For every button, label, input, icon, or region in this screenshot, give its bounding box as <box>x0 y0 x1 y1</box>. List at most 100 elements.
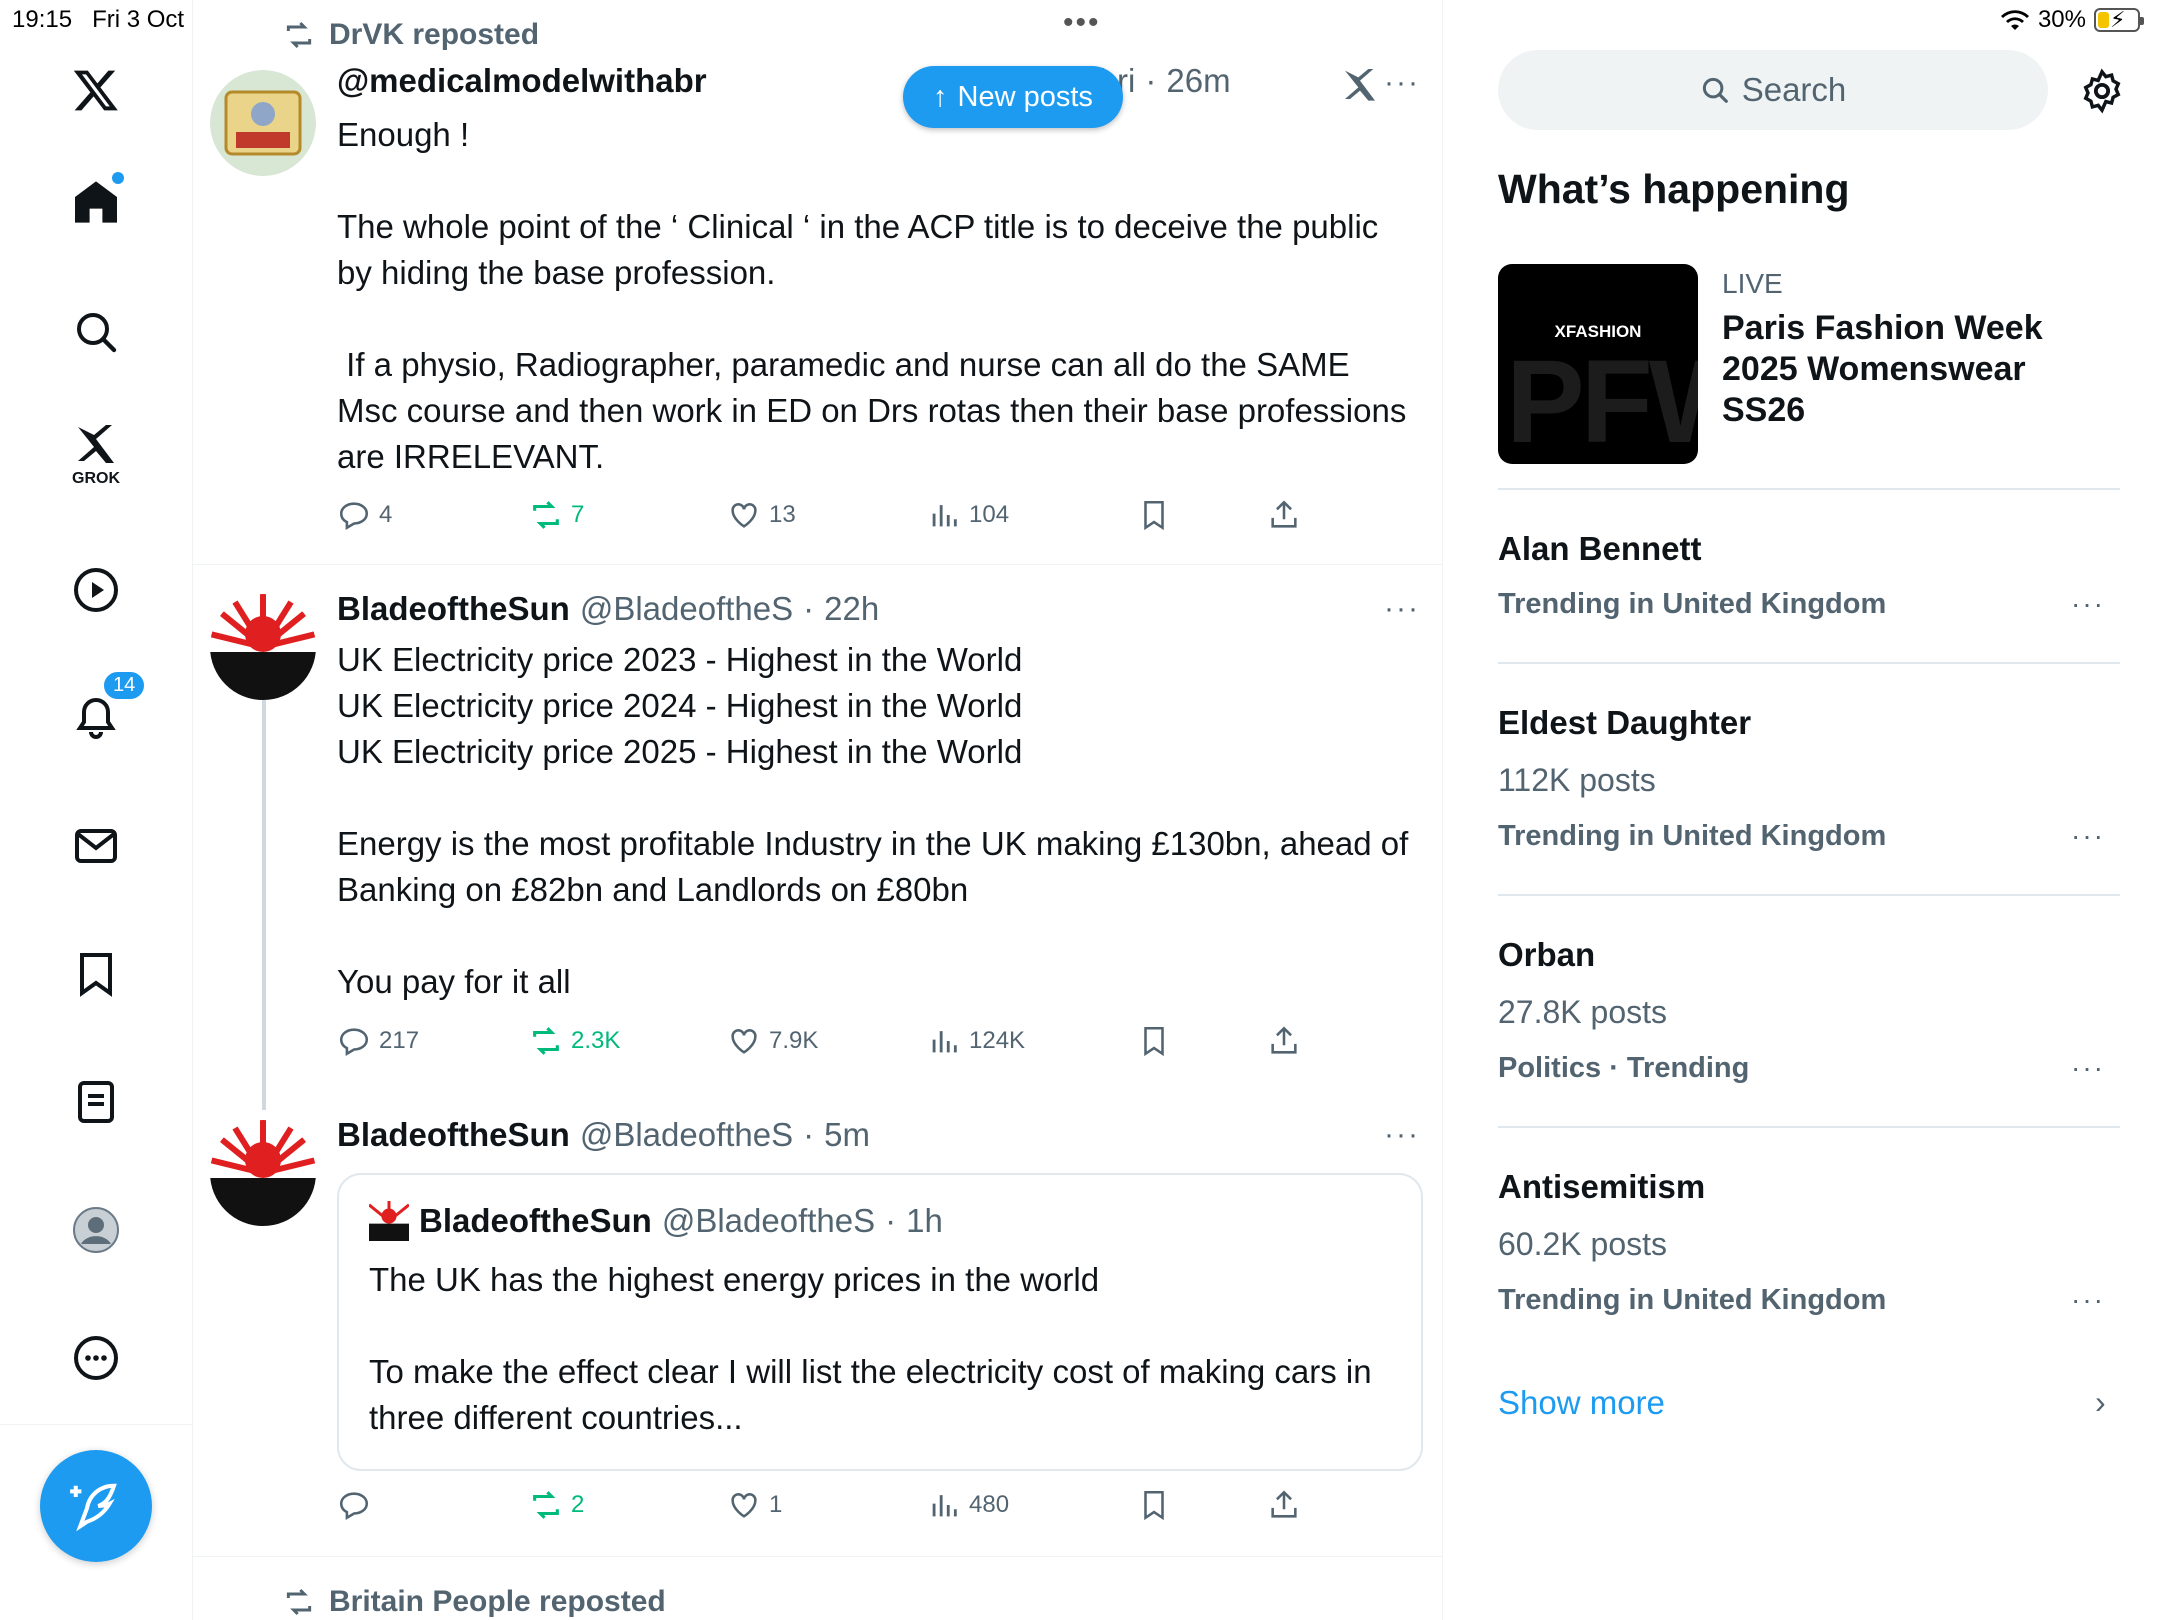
trend-more-icon[interactable]: ··· <box>2071 1284 2105 1316</box>
tweet-header: BladeoftheSun @BladeoftheS · 5m <box>337 1116 870 1154</box>
event-thumbnail[interactable]: PFW XFASHION <box>1498 264 1698 464</box>
compose-feather-icon <box>70 1483 117 1532</box>
more-options-icon[interactable]: ··· <box>1384 66 1420 100</box>
chevron-right-icon[interactable]: › <box>2095 1384 2106 1421</box>
tweet-time[interactable]: 5m <box>824 1116 870 1154</box>
heart-icon <box>731 1493 757 1518</box>
repost-icon <box>286 1588 312 1616</box>
thread-connector <box>262 700 266 1110</box>
repost-label: DrVK reposted <box>329 18 540 51</box>
tweet-actions: 4 7 13 104 <box>337 498 1337 538</box>
share-icon <box>1271 500 1297 528</box>
show-more-link[interactable]: Show more <box>1498 1384 1665 1422</box>
like-button[interactable]: 13 <box>727 498 796 532</box>
compose-post-button[interactable] <box>40 1450 152 1562</box>
search-icon <box>1702 77 1728 103</box>
search-input[interactable]: Search <box>1498 50 2048 130</box>
grok-icon[interactable]: GROK <box>60 418 132 490</box>
tweet-actions: 217 2.3K 7.9K 124K <box>337 1024 1337 1064</box>
trend-more-icon[interactable]: ··· <box>2071 588 2105 620</box>
avatar[interactable] <box>210 1120 316 1226</box>
arrow-up-icon: ↑ <box>933 80 948 113</box>
messages-envelope-icon[interactable] <box>60 810 132 882</box>
trend-more-icon[interactable]: ··· <box>2071 1052 2105 1084</box>
trend-name[interactable]: Eldest Daughter <box>1498 704 1751 742</box>
notifications-bell-icon[interactable]: 14 <box>60 670 147 754</box>
notification-badge: 14 <box>102 670 147 701</box>
home-icon[interactable] <box>60 166 132 238</box>
more-options-icon[interactable]: ··· <box>1384 592 1420 626</box>
views-button[interactable]: 124K <box>927 1024 1025 1058</box>
reply-button[interactable]: 4 <box>337 498 392 532</box>
views-button[interactable]: 104 <box>927 498 1009 532</box>
like-button[interactable]: 1 <box>727 1488 782 1522</box>
share-button[interactable] <box>1267 1024 1301 1058</box>
trend-name[interactable]: Orban <box>1498 936 1595 974</box>
author-name[interactable]: BladeoftheSun <box>337 1116 570 1154</box>
views-chart-icon <box>932 1031 957 1053</box>
author-name[interactable]: @medicalmodelwithabr <box>337 62 707 100</box>
divider <box>1498 488 2120 490</box>
bookmark-icon <box>1144 500 1164 531</box>
live-label: LIVE <box>1722 268 1783 299</box>
bookmark-button[interactable] <box>1137 1024 1171 1058</box>
x-logo-icon[interactable] <box>60 54 132 126</box>
repost-indicator: DrVK reposted <box>283 18 539 52</box>
search-icon[interactable] <box>60 296 132 368</box>
author-handle[interactable]: @BladeoftheS <box>580 1116 793 1154</box>
bookmark-button[interactable] <box>1137 1488 1171 1522</box>
reply-button[interactable]: 217 <box>337 1024 419 1058</box>
trend-context: Trending in United Kingdom <box>1498 1284 1887 1316</box>
timeline: DrVK reposted @medicalmodelwithabr edica… <box>193 0 1443 1620</box>
more-options-icon[interactable] <box>60 1322 132 1394</box>
grok-label: GROK <box>72 470 120 487</box>
event-title[interactable]: Paris Fashion Week 2025 Womenswear SS26 <box>1722 308 2082 431</box>
author-handle[interactable]: @BladeoftheS <box>580 590 793 628</box>
more-options-icon[interactable]: ··· <box>1384 1118 1420 1152</box>
video-play-icon[interactable] <box>60 554 132 626</box>
quoted-tweet[interactable]: BladeoftheSun @BladeoftheS · 1h The UK h… <box>337 1173 1423 1471</box>
heart-icon <box>731 1029 757 1054</box>
whats-happening-heading: What’s happening <box>1498 166 1850 212</box>
bookmark-button[interactable] <box>1137 498 1171 532</box>
grok-icon[interactable] <box>1340 64 1380 104</box>
repost-button[interactable]: 2 <box>529 1488 584 1522</box>
bookmark-icon <box>1144 1026 1164 1057</box>
profile-avatar[interactable] <box>60 1194 132 1266</box>
lists-icon[interactable] <box>60 1066 132 1138</box>
new-posts-label: New posts <box>957 80 1093 113</box>
avatar[interactable] <box>210 70 316 176</box>
bookmarks-icon[interactable] <box>60 938 132 1010</box>
search-placeholder: Search <box>1741 71 1847 108</box>
left-nav: GROK 14 <box>0 0 193 1620</box>
like-button[interactable]: 7.9K <box>727 1024 818 1058</box>
share-button[interactable] <box>1267 1488 1301 1522</box>
repost-button[interactable]: 7 <box>529 498 584 532</box>
reply-button[interactable] <box>337 1488 379 1522</box>
settings-gear-icon[interactable] <box>2079 68 2125 114</box>
tweet-time[interactable]: 22h <box>824 590 879 628</box>
repost-button[interactable]: 2.3K <box>529 1024 620 1058</box>
trend-count: 27.8K posts <box>1498 994 1667 1030</box>
quoted-author-name: BladeoftheSun <box>419 1202 652 1239</box>
author-name[interactable]: BladeoftheSun <box>337 590 570 628</box>
trend-name[interactable]: Alan Bennett <box>1498 530 1702 568</box>
divider <box>1498 894 2120 896</box>
trend-more-icon[interactable]: ··· <box>2071 820 2105 852</box>
quoted-tweet-text: The UK has the highest energy prices in … <box>369 1261 1372 1436</box>
views-chart-icon <box>932 505 957 527</box>
quoted-avatar <box>369 1201 409 1241</box>
trend-name[interactable]: Antisemitism <box>1498 1168 1705 1206</box>
quoted-tweet-time: 1h <box>906 1202 943 1239</box>
tweet-time[interactable]: 26m <box>1166 62 1230 100</box>
heart-icon <box>731 503 757 528</box>
views-button[interactable]: 480 <box>927 1488 1009 1522</box>
unread-dot <box>112 172 124 184</box>
trend-count: 60.2K posts <box>1498 1226 1667 1262</box>
repost-icon <box>533 1027 559 1055</box>
quoted-tweet-header: BladeoftheSun @BladeoftheS · 1h <box>369 1201 943 1241</box>
repost-icon <box>533 1491 559 1519</box>
share-button[interactable] <box>1267 498 1301 532</box>
reply-icon <box>339 1028 369 1057</box>
avatar[interactable] <box>210 594 316 700</box>
